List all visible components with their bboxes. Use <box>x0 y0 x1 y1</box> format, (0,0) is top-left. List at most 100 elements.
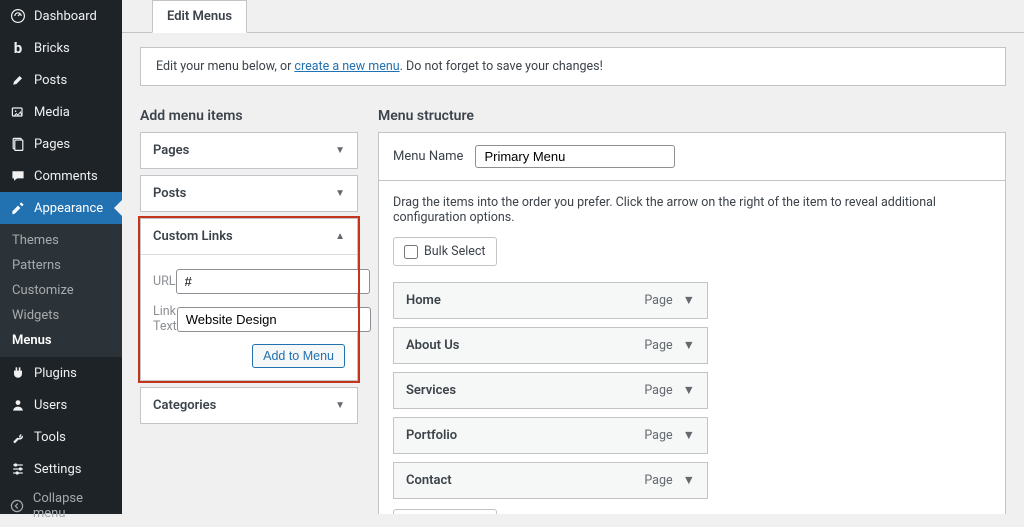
sidebar-label: Settings <box>34 462 81 477</box>
menu-item-type: Page ▼ <box>644 293 695 308</box>
admin-notice: Edit your menu below, or create a new me… <box>140 47 1006 86</box>
chevron-down-icon: ▼ <box>335 145 345 156</box>
sidebar-sub-customize[interactable]: Customize <box>0 278 122 303</box>
sidebar-label: Pages <box>34 137 70 152</box>
notice-text-prefix: Edit your menu below, or <box>156 59 294 74</box>
menu-item[interactable]: Portfolio Page ▼ <box>393 417 708 454</box>
media-icon <box>8 102 28 122</box>
settings-icon <box>8 459 28 479</box>
sidebar-item-settings[interactable]: Settings <box>0 453 122 485</box>
add-menu-items-column: Add menu items Pages ▼ Posts ▼ Custom <box>140 108 358 514</box>
plugin-icon <box>8 363 28 383</box>
menu-item-label: Contact <box>406 473 452 488</box>
accordion-label: Custom Links <box>153 229 233 244</box>
chevron-down-icon: ▼ <box>335 188 345 199</box>
bricks-icon: b <box>8 38 28 58</box>
sidebar-item-users[interactable]: Users <box>0 389 122 421</box>
menu-settings-panel: Menu Name Drag the items into the order … <box>378 132 1006 514</box>
menu-item[interactable]: About Us Page ▼ <box>393 327 708 364</box>
collapse-menu[interactable]: Collapse menu <box>0 485 122 527</box>
chevron-down-icon[interactable]: ▼ <box>683 473 695 488</box>
chevron-down-icon[interactable]: ▼ <box>683 338 695 353</box>
sidebar-sub-menus[interactable]: Menus <box>0 328 122 353</box>
menu-header: Menu Name <box>379 133 1005 181</box>
create-new-menu-link[interactable]: create a new menu <box>294 59 399 74</box>
chevron-down-icon[interactable]: ▼ <box>683 428 695 443</box>
sidebar-label: Plugins <box>34 366 77 381</box>
add-to-menu-button[interactable]: Add to Menu <box>252 344 345 368</box>
bulk-select-label: Bulk Select <box>424 244 486 259</box>
sidebar-sub-themes[interactable]: Themes <box>0 228 122 253</box>
chevron-up-icon: ▲ <box>335 231 345 242</box>
sidebar-sub-patterns[interactable]: Patterns <box>0 253 122 278</box>
accordion-label: Pages <box>153 143 189 158</box>
pin-icon <box>8 70 28 90</box>
notice-text-suffix: . Do not forget to save your changes! <box>400 59 603 74</box>
menu-item-type: Page ▼ <box>644 338 695 353</box>
sidebar-label: Users <box>34 398 67 413</box>
sidebar-item-comments[interactable]: Comments <box>0 160 122 192</box>
menu-items-list: Home Page ▼ About Us Page ▼ Services Pag… <box>393 282 708 499</box>
sidebar-label: Tools <box>34 430 66 445</box>
users-icon <box>8 395 28 415</box>
main-content: Edit Menus Edit your menu below, or crea… <box>122 0 1024 514</box>
sidebar-sub-appearance: Themes Patterns Customize Widgets Menus <box>0 224 122 357</box>
sidebar-label: Bricks <box>34 41 70 56</box>
menu-item[interactable]: Contact Page ▼ <box>393 462 708 499</box>
menu-item-label: Portfolio <box>406 428 457 443</box>
collapse-icon <box>8 496 27 516</box>
dashboard-icon <box>8 6 28 26</box>
accordion-custom-links: Custom Links ▲ URL Link Text <box>140 218 358 381</box>
url-label: URL <box>153 274 176 289</box>
accordion-label: Categories <box>153 398 216 413</box>
menu-item-type: Page ▼ <box>644 473 695 488</box>
menu-name-input[interactable] <box>475 145 675 168</box>
chevron-down-icon: ▼ <box>335 400 345 411</box>
admin-sidebar: Dashboard b Bricks Posts Media Pages Com… <box>0 0 122 514</box>
tools-icon <box>8 427 28 447</box>
chevron-down-icon[interactable]: ▼ <box>683 383 695 398</box>
sidebar-item-posts[interactable]: Posts <box>0 64 122 96</box>
accordion-categories-head[interactable]: Categories ▼ <box>141 388 357 423</box>
appearance-icon <box>8 198 28 218</box>
drag-hint-text: Drag the items into the order you prefer… <box>393 195 991 225</box>
sidebar-sub-widgets[interactable]: Widgets <box>0 303 122 328</box>
sidebar-item-dashboard[interactable]: Dashboard <box>0 0 122 32</box>
menu-structure-column: Menu structure Menu Name Drag the items … <box>378 108 1006 514</box>
sidebar-label: Appearance <box>34 201 103 216</box>
accordion-custom-links-head[interactable]: Custom Links ▲ <box>141 219 357 255</box>
add-menu-items-title: Add menu items <box>140 108 358 124</box>
menu-item[interactable]: Services Page ▼ <box>393 372 708 409</box>
sidebar-item-media[interactable]: Media <box>0 96 122 128</box>
sidebar-item-bricks[interactable]: b Bricks <box>0 32 122 64</box>
accordion-label: Posts <box>153 186 186 201</box>
pages-icon <box>8 134 28 154</box>
sidebar-label: Dashboard <box>34 9 97 24</box>
link-text-input[interactable] <box>177 307 371 332</box>
bulk-select-checkbox[interactable] <box>404 245 418 259</box>
sidebar-label: Posts <box>34 73 67 88</box>
sidebar-item-pages[interactable]: Pages <box>0 128 122 160</box>
sidebar-label: Comments <box>34 169 98 184</box>
menu-item-label: Home <box>406 293 441 308</box>
sidebar-item-plugins[interactable]: Plugins <box>0 357 122 389</box>
accordion-pages: Pages ▼ <box>140 132 358 169</box>
bulk-select-bottom[interactable]: Bulk Select <box>393 509 497 514</box>
menu-item[interactable]: Home Page ▼ <box>393 282 708 319</box>
url-input[interactable] <box>176 269 370 294</box>
menu-name-label: Menu Name <box>393 149 463 164</box>
sidebar-label: Media <box>34 105 70 120</box>
bulk-select-top[interactable]: Bulk Select <box>393 237 497 266</box>
menu-item-type: Page ▼ <box>644 383 695 398</box>
link-text-label: Link Text <box>153 304 177 334</box>
chevron-down-icon[interactable]: ▼ <box>683 293 695 308</box>
sidebar-item-tools[interactable]: Tools <box>0 421 122 453</box>
accordion-pages-head[interactable]: Pages ▼ <box>141 133 357 168</box>
sidebar-item-appearance[interactable]: Appearance <box>0 192 122 224</box>
collapse-label: Collapse menu <box>33 491 114 521</box>
tab-wrapper: Edit Menus <box>122 0 1024 33</box>
menu-structure-title: Menu structure <box>378 108 1006 124</box>
accordion-posts-head[interactable]: Posts ▼ <box>141 176 357 211</box>
menu-item-label: Services <box>406 383 456 398</box>
tab-edit-menus[interactable]: Edit Menus <box>152 0 247 33</box>
